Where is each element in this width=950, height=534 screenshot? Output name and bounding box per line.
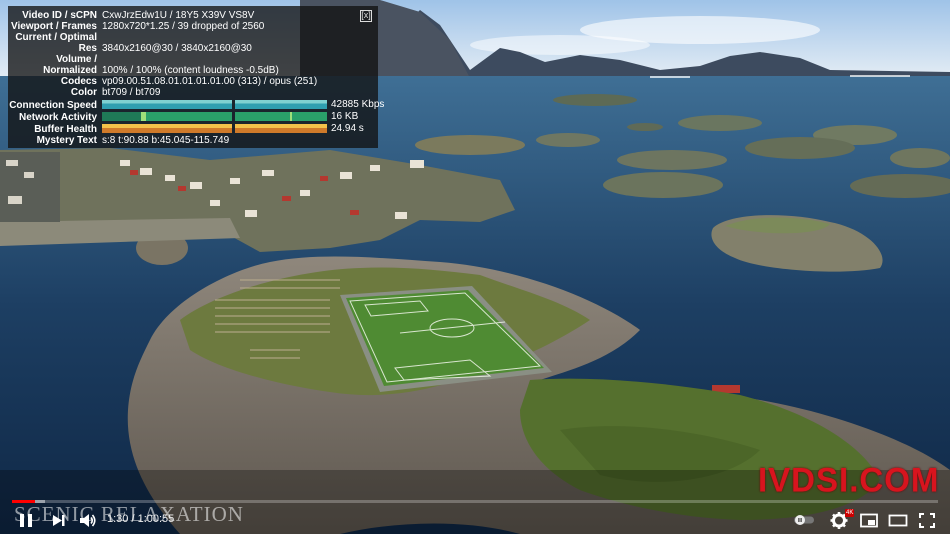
progress-bar[interactable]: [12, 500, 938, 503]
pause-icon: [20, 514, 32, 527]
graph-bar: [235, 112, 327, 121]
mute-button[interactable]: [77, 508, 99, 532]
autoplay-toggle-icon: [794, 515, 814, 525]
stats-value: s:8 t:90.88 b:45.045-115.749: [102, 135, 230, 146]
stats-label: Buffer Health: [34, 124, 97, 135]
stats-label: Volume /: [56, 54, 97, 65]
graph-bar: [102, 112, 232, 121]
autoplay-toggle[interactable]: [792, 508, 818, 532]
stats-value: vp09.00.51.08.01.01.01.01.00 (313) / opu…: [102, 76, 318, 87]
stats-value: 1280x720*1.25 / 39 dropped of 2560: [102, 21, 265, 32]
network-activity-value: 16 KB: [331, 111, 359, 122]
stats-label: Normalized: [43, 65, 97, 76]
stats-row-connection-speed: Connection Speed 42885 Kbps: [8, 99, 384, 111]
time-display: 1:30 / 1:00:55: [107, 513, 175, 525]
play-pause-button[interactable]: [16, 508, 38, 532]
graph-bar: [235, 124, 327, 133]
progress-played: [12, 500, 36, 503]
stats-for-nerds-panel: [x] Video ID / sCPN CxwJrzEdw1U / 18Y5 X…: [8, 6, 384, 148]
stats-row-buffer-health: Buffer Health 24.94 s: [8, 123, 378, 135]
graph-bar: [102, 124, 232, 133]
stats-label: Res: [78, 43, 97, 54]
stats-label: Codecs: [60, 76, 97, 87]
miniplayer-icon: [860, 513, 878, 528]
stats-label: Connection Speed: [9, 100, 97, 111]
next-button[interactable]: [48, 508, 70, 532]
stats-label: Color: [70, 87, 97, 98]
graph-bar: [102, 100, 232, 109]
stats-label: Network Activity: [19, 112, 97, 123]
stats-row-network-activity: Network Activity 16 KB: [8, 111, 378, 123]
next-icon: [53, 515, 65, 526]
site-watermark: IVDSI.COM: [758, 460, 940, 499]
stats-label: Current / Optimal: [15, 32, 97, 43]
stats-close-button[interactable]: [x]: [360, 10, 372, 22]
volume-icon: [80, 514, 96, 527]
stats-label: Mystery Text: [36, 135, 97, 146]
stats-value: CxwJrzEdw1U / 18Y5 X39V VS8V: [102, 10, 255, 21]
fullscreen-icon: [919, 513, 935, 528]
stats-value: 100% / 100% (content loudness -0.5dB): [102, 65, 279, 76]
connection-speed-value: 42885 Kbps: [331, 99, 385, 110]
graph-bar: [235, 100, 327, 109]
buffer-health-value: 24.94 s: [331, 123, 364, 134]
theater-mode-button[interactable]: [887, 508, 909, 532]
miniplayer-button[interactable]: [858, 508, 880, 532]
theater-mode-icon: [888, 514, 908, 527]
fullscreen-button[interactable]: [916, 508, 938, 532]
stats-label: Video ID / sCPN: [22, 10, 97, 21]
stats-value: bt709 / bt709: [102, 87, 161, 98]
quality-badge: 4K: [845, 509, 855, 517]
stats-label: Viewport / Frames: [11, 21, 97, 32]
stats-value: 3840x2160@30 / 3840x2160@30: [102, 43, 252, 54]
